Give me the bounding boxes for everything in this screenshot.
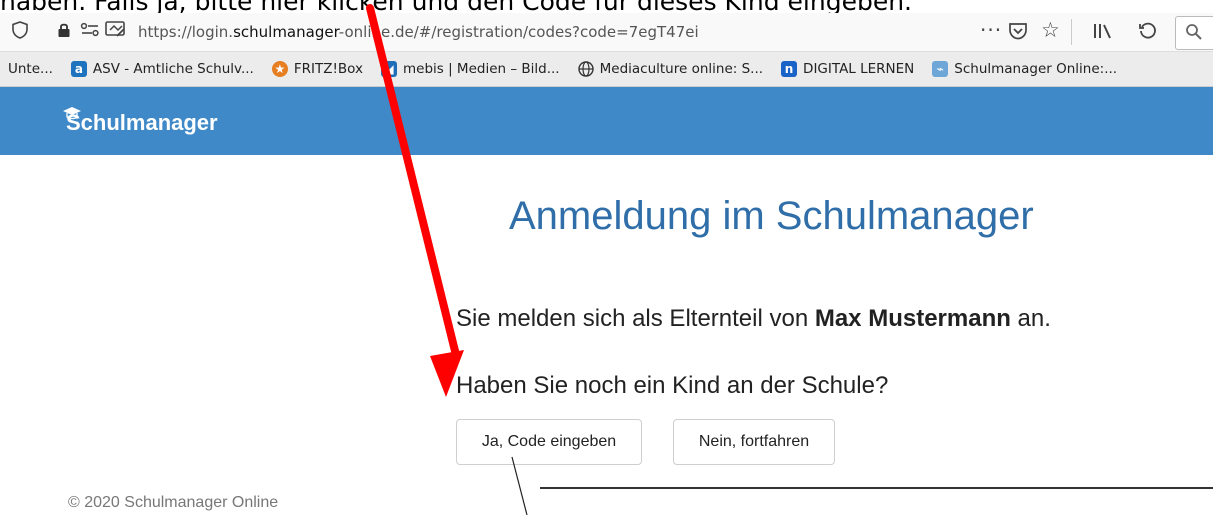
red-arrow-shaft [366, 4, 460, 359]
annotation-overlay [366, 4, 528, 515]
red-arrow-head [430, 350, 464, 397]
callout-pointer-line [511, 456, 528, 515]
